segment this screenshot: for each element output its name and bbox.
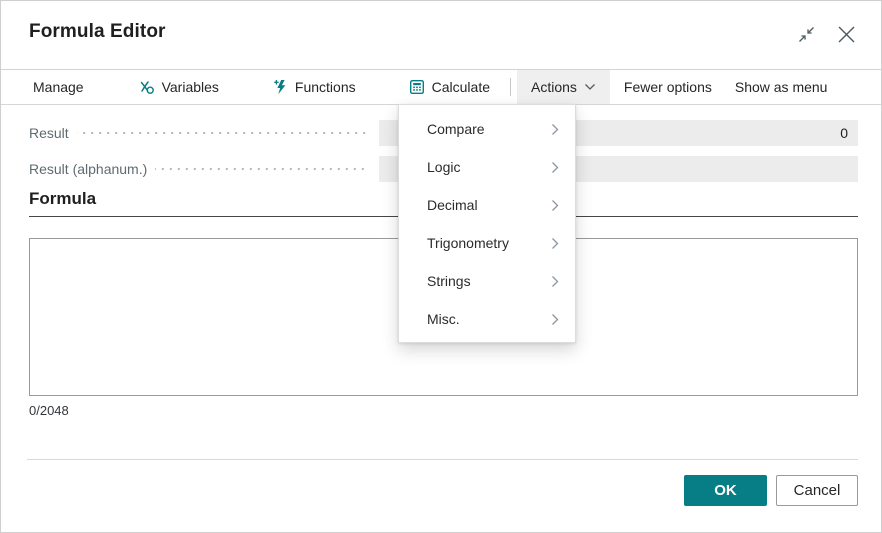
formula-editor-dialog: Formula Editor Manage Variables Function…: [0, 0, 882, 533]
toolbar-show-as-menu-button[interactable]: Show as menu: [731, 70, 832, 104]
chevron-right-icon: [551, 123, 559, 136]
dotted-leader: [76, 132, 369, 134]
toolbar-separator: [510, 78, 511, 96]
window-controls: [795, 23, 857, 45]
chevron-down-icon: [584, 83, 596, 91]
character-counter: 0/2048: [29, 403, 69, 418]
toolbar-variables-label: Variables: [161, 79, 219, 95]
menu-item-label: Trigonometry: [427, 235, 509, 251]
actions-dropdown-menu: Compare Logic Decimal Trigonometry Strin…: [398, 104, 576, 343]
calculator-icon: [409, 79, 425, 95]
chevron-right-icon: [551, 161, 559, 174]
toolbar-manage-button[interactable]: Manage: [29, 70, 88, 104]
result-field-label: Result: [29, 125, 69, 141]
toolbar-calculate-button[interactable]: Calculate: [405, 70, 494, 104]
toolbar-actions-label: Actions: [531, 79, 577, 95]
menu-item-decimal[interactable]: Decimal: [399, 186, 575, 224]
toolbar: Manage Variables Functions Calculate Act…: [1, 69, 881, 105]
menu-item-label: Logic: [427, 159, 461, 175]
menu-item-logic[interactable]: Logic: [399, 148, 575, 186]
lightning-function-icon: [273, 79, 288, 95]
menu-item-trigonometry[interactable]: Trigonometry: [399, 224, 575, 262]
toolbar-functions-label: Functions: [294, 79, 356, 95]
result-alphanum-field-label: Result (alphanum.): [29, 161, 148, 177]
cancel-button[interactable]: Cancel: [776, 475, 858, 506]
toolbar-show-as-menu-label: Show as menu: [734, 79, 828, 95]
close-icon[interactable]: [835, 23, 857, 45]
toolbar-calculate-label: Calculate: [431, 79, 490, 95]
toolbar-fewer-options-label: Fewer options: [623, 79, 712, 95]
menu-item-label: Misc.: [427, 311, 460, 327]
chevron-right-icon: [551, 199, 559, 212]
menu-item-misc[interactable]: Misc.: [399, 300, 575, 338]
menu-item-label: Decimal: [427, 197, 478, 213]
ok-button[interactable]: OK: [684, 475, 767, 506]
menu-item-label: Compare: [427, 121, 485, 137]
variable-x-icon: [139, 79, 155, 95]
footer-divider: [27, 459, 858, 460]
toolbar-functions-button[interactable]: Functions: [269, 70, 360, 104]
toolbar-manage-label: Manage: [33, 79, 84, 95]
toolbar-actions-button[interactable]: Actions: [517, 70, 610, 104]
page-title: Formula Editor: [29, 21, 166, 42]
menu-item-compare[interactable]: Compare: [399, 110, 575, 148]
chevron-right-icon: [551, 313, 559, 326]
chevron-right-icon: [551, 275, 559, 288]
toolbar-variables-button[interactable]: Variables: [135, 70, 223, 104]
menu-item-label: Strings: [427, 273, 471, 289]
collapse-window-icon[interactable]: [795, 23, 817, 45]
dotted-leader: [155, 168, 369, 170]
chevron-right-icon: [551, 237, 559, 250]
toolbar-fewer-options-button[interactable]: Fewer options: [620, 70, 716, 104]
menu-item-strings[interactable]: Strings: [399, 262, 575, 300]
